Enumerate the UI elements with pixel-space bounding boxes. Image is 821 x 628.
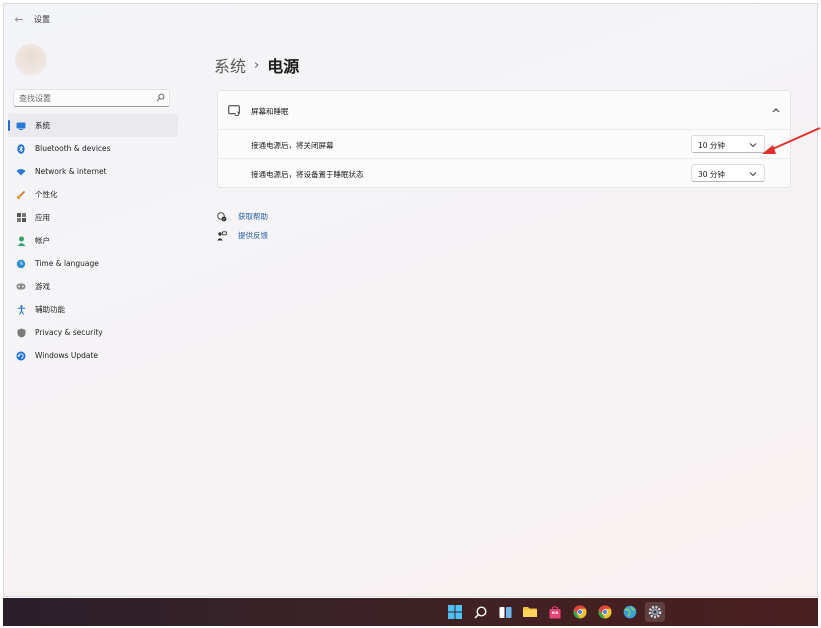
taskbar-search-button[interactable] xyxy=(470,602,490,622)
bluetooth-icon xyxy=(16,143,26,154)
chevron-down-icon xyxy=(749,172,757,177)
sidebar-item-label: 个性化 xyxy=(35,190,58,199)
sidebar-item-label: Windows Update xyxy=(35,351,99,360)
sidebar-item-label: 系统 xyxy=(35,121,50,130)
start-button[interactable] xyxy=(445,602,465,622)
globe-clock-icon xyxy=(16,259,26,269)
window-title: 设置 xyxy=(34,15,50,24)
windows-logo-icon xyxy=(448,605,462,619)
sidebar-item-label: Network & internet xyxy=(35,167,107,176)
accessibility-icon xyxy=(16,304,26,315)
feedback-icon xyxy=(217,230,227,241)
sidebar-item-label: 游戏 xyxy=(35,282,50,291)
store-button[interactable] xyxy=(545,602,565,622)
page-title: 电源 xyxy=(267,57,300,76)
screen-off-label: 接通电源后，将关闭屏幕 xyxy=(251,141,334,150)
shield-icon xyxy=(16,328,26,338)
sleep-value: 30 分钟 xyxy=(698,170,725,179)
sidebar-item-label: 应用 xyxy=(35,213,50,222)
search-icon xyxy=(473,605,487,619)
annotation-arrow-icon xyxy=(762,127,821,154)
sleep-dropdown[interactable]: 30 分钟 xyxy=(691,164,765,182)
search-icon[interactable] xyxy=(156,93,165,102)
search-input[interactable] xyxy=(14,90,154,106)
sleep-label: 接通电源后，将设备置于睡眠状态 xyxy=(251,170,364,179)
folder-icon xyxy=(523,607,537,617)
chevron-down-icon xyxy=(749,143,757,148)
feedback-link[interactable]: 提供反馈 xyxy=(217,226,268,245)
sidebar-item-label: Privacy & security xyxy=(35,328,103,337)
back-arrow-icon: ← xyxy=(14,13,24,26)
sidebar-item-accounts[interactable]: 帐户 xyxy=(8,229,178,252)
sidebar-item-accessibility[interactable]: 辅助功能 xyxy=(8,298,178,321)
sidebar-item-gaming[interactable]: 游戏 xyxy=(8,275,178,298)
task-view-icon xyxy=(499,606,511,618)
breadcrumb: 系统 › 电源 xyxy=(214,53,299,77)
sidebar-item-apps[interactable]: 应用 xyxy=(8,206,178,229)
screen-off-row: 接通电源后，将关闭屏幕 10 分钟 xyxy=(218,130,790,159)
settings-taskbar-button[interactable] xyxy=(645,602,665,622)
sidebar-item-privacy[interactable]: Privacy & security xyxy=(8,321,178,344)
sidebar-item-label: 辅助功能 xyxy=(35,305,65,314)
screen-sleep-header[interactable]: 屏幕和睡眠 xyxy=(218,91,790,130)
apps-icon xyxy=(16,213,26,223)
search-box[interactable] xyxy=(13,89,170,107)
help-links: ? 获取帮助 提供反馈 xyxy=(217,207,268,245)
get-help-text[interactable]: 获取帮助 xyxy=(238,211,268,222)
settings-window: ← 设置 系统 Bluetooth & devices Netw xyxy=(3,3,818,597)
chrome-icon xyxy=(598,605,612,619)
taskbar xyxy=(3,598,818,626)
wifi-icon xyxy=(16,167,26,177)
svg-text:?: ? xyxy=(223,217,225,221)
screen-off-value: 10 分钟 xyxy=(698,141,725,150)
sidebar-item-windows-update[interactable]: Windows Update xyxy=(8,344,178,367)
sidebar-nav: 系统 Bluetooth & devices Network & interne… xyxy=(8,114,178,367)
gear-icon xyxy=(648,605,662,619)
sidebar-item-time-language[interactable]: Time & language xyxy=(8,252,178,275)
screen-sleep-title: 屏幕和睡眠 xyxy=(251,107,289,116)
sidebar-item-label: Time & language xyxy=(35,259,99,268)
chrome-button[interactable] xyxy=(570,602,590,622)
breadcrumb-parent[interactable]: 系统 xyxy=(214,53,246,77)
store-icon xyxy=(549,605,561,618)
screen-off-dropdown[interactable]: 10 分钟 xyxy=(691,135,765,153)
sidebar-item-bluetooth[interactable]: Bluetooth & devices xyxy=(8,137,178,160)
browser-button[interactable] xyxy=(620,602,640,622)
feedback-text[interactable]: 提供反馈 xyxy=(238,230,268,241)
gamepad-icon xyxy=(16,282,26,292)
task-view-button[interactable] xyxy=(495,602,515,622)
title-bar: ← 设置 xyxy=(4,4,817,34)
sidebar-item-network[interactable]: Network & internet xyxy=(8,160,178,183)
taskbar-icons xyxy=(445,602,670,622)
sidebar-item-label: 帐户 xyxy=(35,236,50,245)
globe-icon xyxy=(623,605,637,619)
screen-sleep-panel: 屏幕和睡眠 接通电源后，将关闭屏幕 10 分钟 接通电源后，将设备置于睡眠状态 … xyxy=(217,90,791,188)
sidebar-item-system[interactable]: 系统 xyxy=(8,114,178,137)
sidebar-item-personalization[interactable]: 个性化 xyxy=(8,183,178,206)
sidebar-item-label: Bluetooth & devices xyxy=(35,144,111,153)
update-icon xyxy=(16,351,26,361)
person-icon xyxy=(16,236,26,246)
back-button[interactable]: ← xyxy=(10,12,28,28)
help-chat-icon: ? xyxy=(217,211,227,222)
screen-sleep-icon xyxy=(228,105,240,116)
brush-icon xyxy=(16,190,26,200)
breadcrumb-separator: › xyxy=(254,57,260,73)
avatar[interactable] xyxy=(15,44,47,76)
chrome-icon xyxy=(573,605,587,619)
chrome-second-button[interactable] xyxy=(595,602,615,622)
file-explorer-button[interactable] xyxy=(520,602,540,622)
sleep-row: 接通电源后，将设备置于睡眠状态 30 分钟 xyxy=(218,159,790,187)
display-icon xyxy=(16,121,26,131)
chevron-up-icon[interactable] xyxy=(771,106,781,114)
get-help-link[interactable]: ? 获取帮助 xyxy=(217,207,268,226)
